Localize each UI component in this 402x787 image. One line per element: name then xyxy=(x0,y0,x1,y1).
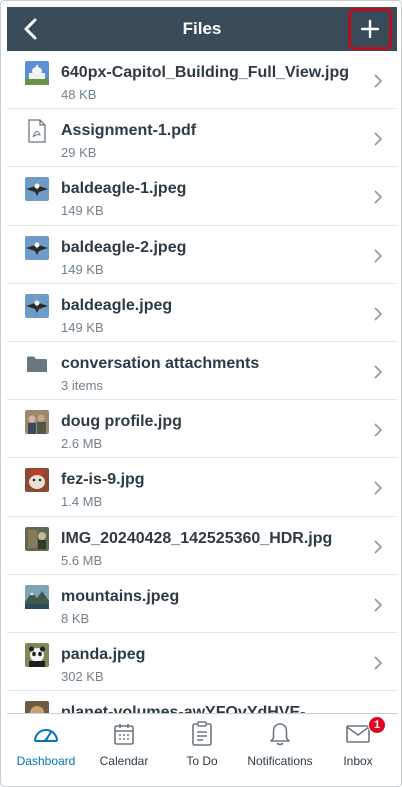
back-arrow-icon xyxy=(24,18,37,40)
file-row[interactable]: baldeagle.jpeg 149 KB xyxy=(7,284,397,342)
file-row[interactable]: Assignment-1.pdf 29 KB xyxy=(7,109,397,168)
folder-name: conversation attachments xyxy=(61,354,260,372)
file-size: 8 KB xyxy=(61,610,90,626)
chevron-right-icon xyxy=(374,190,383,204)
bottom-tab-bar: Dashboard Calendar To Do Notifications 1… xyxy=(7,713,397,779)
chevron-right-icon xyxy=(374,132,383,146)
file-size: 29 KB xyxy=(61,145,97,161)
file-size: 149 KB xyxy=(61,319,104,335)
tab-label: Dashboard xyxy=(16,754,76,768)
doug-thumbnail xyxy=(25,410,49,435)
chevron-right-icon xyxy=(374,248,383,263)
folder-icon xyxy=(25,352,49,376)
eagle-thumbnail xyxy=(25,293,49,318)
tab-inbox[interactable]: 1 Inbox xyxy=(319,714,397,779)
top-nav-bar: Files xyxy=(7,7,397,51)
chevron-right-icon xyxy=(374,598,383,612)
file-size: 2.6 MB xyxy=(61,436,103,452)
file-name: 640px-Capitol_Building_Full_View.jpg xyxy=(61,64,350,81)
file-size: 48 KB xyxy=(61,87,97,102)
file-row[interactable]: panda.jpeg 302 KB xyxy=(7,633,397,692)
file-size: 1.4 MB xyxy=(61,494,103,510)
file-list: 640px-Capitol_Building_Full_View.jpg 48 … xyxy=(7,51,397,713)
tab-label: Notifications xyxy=(247,754,313,768)
file-size: 149 KB xyxy=(61,203,104,219)
tab-notifications[interactable]: Notifications xyxy=(241,714,319,779)
file-size: 149 KB xyxy=(61,261,104,277)
file-row[interactable]: 640px-Capitol_Building_Full_View.jpg 48 … xyxy=(7,51,397,110)
dashboard-icon xyxy=(31,720,61,748)
file-row[interactable]: doug profile.jpg 2.6 MB xyxy=(7,400,397,459)
tab-todo[interactable]: To Do xyxy=(163,714,241,779)
file-row[interactable]: mountains.jpeg 8 KB xyxy=(7,575,397,633)
file-name: baldeagle.jpeg xyxy=(61,296,173,314)
fez-thumbnail xyxy=(25,468,49,493)
folder-row[interactable]: conversation attachments 3 items xyxy=(7,342,397,401)
plus-icon xyxy=(360,19,380,39)
file-name: Assignment-1.pdf xyxy=(61,122,197,140)
panda-thumbnail xyxy=(25,642,49,667)
chevron-right-icon xyxy=(374,423,383,437)
chevron-right-icon xyxy=(374,481,383,495)
capitol-thumbnail xyxy=(25,61,49,85)
unread-badge: 1 xyxy=(368,716,386,734)
file-name: mountains.jpeg xyxy=(61,587,180,605)
tab-label: Inbox xyxy=(343,754,373,768)
file-row[interactable]: baldeagle-2.jpeg 149 KB xyxy=(7,226,397,284)
pdf-icon xyxy=(25,119,49,143)
chevron-right-icon xyxy=(374,656,383,670)
chevron-right-icon xyxy=(374,307,383,321)
tab-calendar[interactable]: Calendar xyxy=(85,714,163,779)
eagle-thumbnail xyxy=(25,177,49,202)
file-name: panda.jpeg xyxy=(61,645,146,663)
eagle-thumbnail xyxy=(25,235,49,260)
file-name: IMG_20240428_142525360_HDR.jpg xyxy=(61,529,333,547)
file-row[interactable]: baldeagle-1.jpeg 149 KB xyxy=(7,167,397,226)
file-size: 5.6 MB xyxy=(61,552,103,568)
file-name: baldeagle-1.jpeg xyxy=(61,180,187,198)
todo-icon xyxy=(187,720,217,748)
file-name: doug profile.jpg xyxy=(61,413,182,431)
app-frame: Files 640px-Capitol_Building_Full_View.j… xyxy=(0,0,402,787)
tab-label: To Do xyxy=(186,754,218,768)
chevron-right-icon xyxy=(374,74,383,88)
chevron-right-icon xyxy=(374,365,383,379)
img-thumbnail xyxy=(25,526,49,551)
back-button[interactable] xyxy=(11,9,51,49)
file-name: baldeagle-2.jpeg xyxy=(61,238,187,256)
file-row[interactable]: IMG_20240428_142525360_HDR.jpg 5.6 MB xyxy=(7,517,397,575)
item-count: 3 items xyxy=(61,377,103,393)
tab-label: Calendar xyxy=(99,754,149,768)
mountains-thumbnail xyxy=(25,584,49,609)
file-row[interactable]: planet-volumes-awYFOvYdHVE- xyxy=(7,691,397,713)
file-size: 302 KB xyxy=(61,668,104,684)
add-file-button[interactable] xyxy=(348,8,392,50)
planet-thumbnail xyxy=(25,701,49,713)
calendar-icon xyxy=(109,720,139,748)
page-title: Files xyxy=(182,19,222,38)
tab-dashboard[interactable]: Dashboard xyxy=(7,714,85,779)
chevron-right-icon xyxy=(374,539,383,554)
file-row[interactable]: fez-is-9.jpg 1.4 MB xyxy=(7,458,397,517)
file-name: fez-is-9.jpg xyxy=(61,471,145,489)
bell-icon xyxy=(265,720,295,748)
file-name: planet-volumes-awYFOvYdHVE- xyxy=(61,704,306,713)
